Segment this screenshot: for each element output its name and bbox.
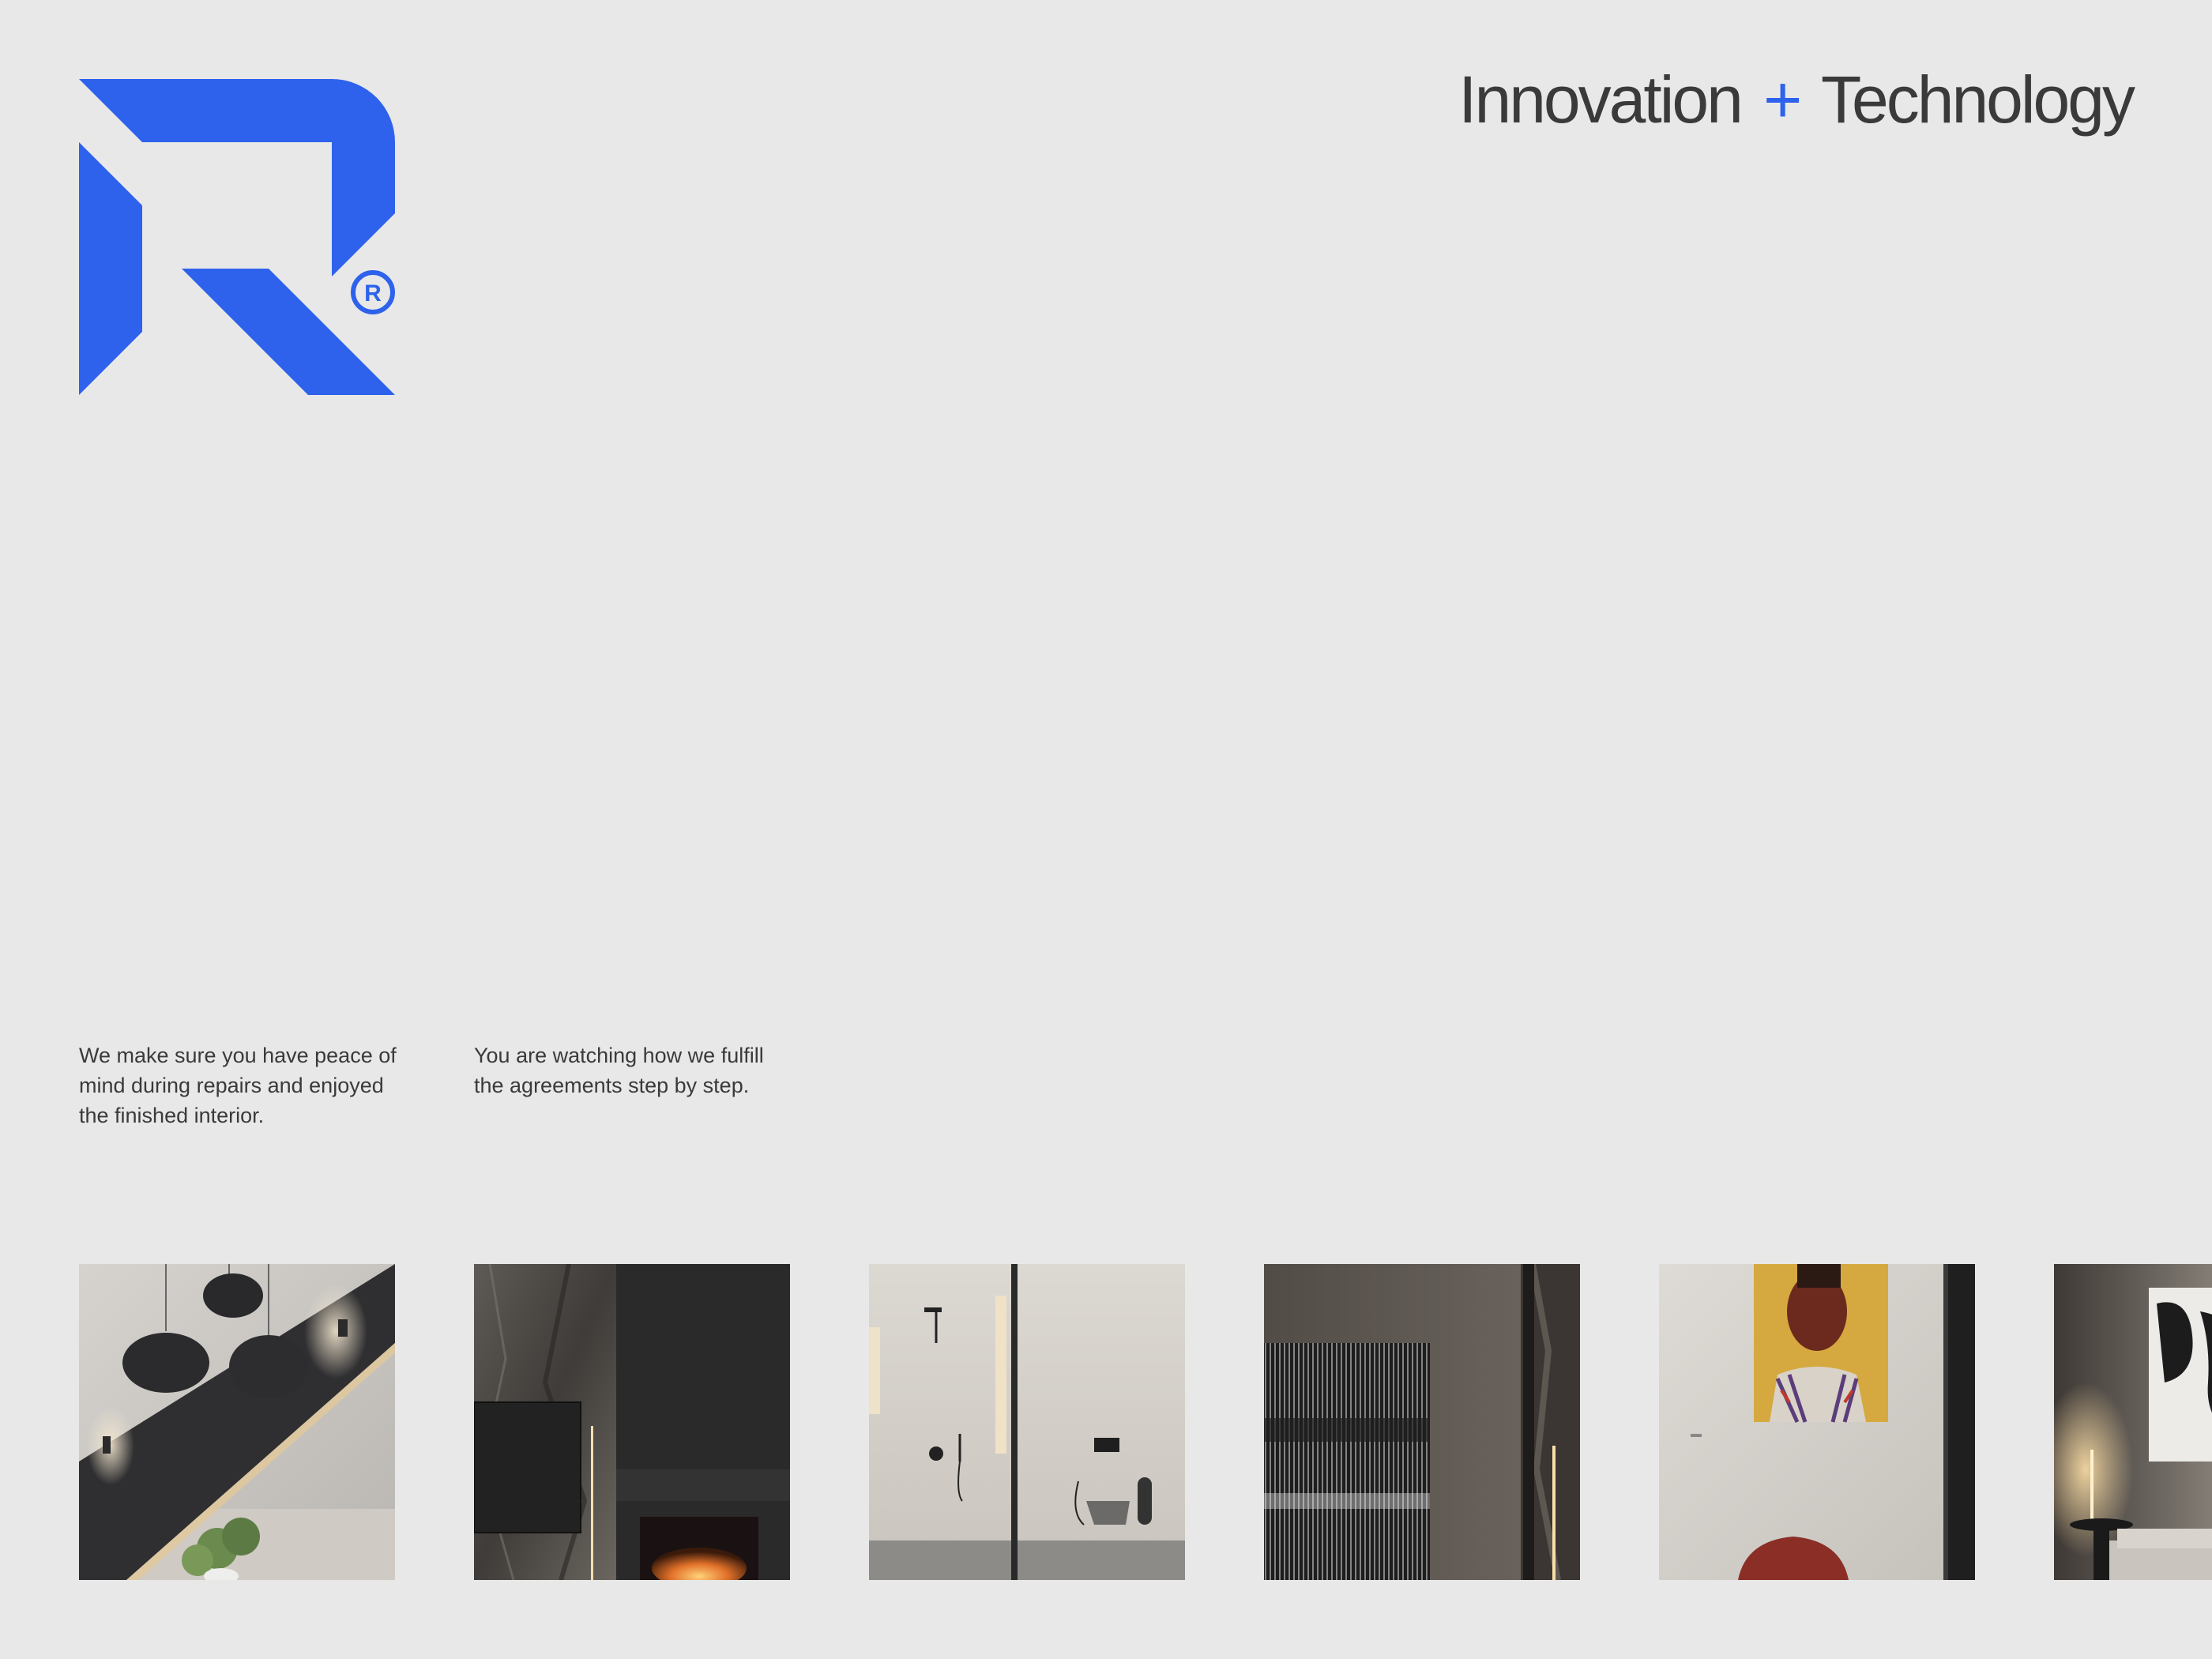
gallery-image-1[interactable] bbox=[79, 1264, 395, 1580]
interior-pendant-lamps-staircase bbox=[79, 1264, 395, 1580]
gallery-image-6[interactable] bbox=[2054, 1264, 2212, 1580]
gallery-image-4[interactable] bbox=[1264, 1264, 1580, 1580]
brand-logo: R bbox=[79, 79, 395, 395]
description-step-by-step: You are watching how we fulfill the agre… bbox=[474, 1044, 764, 1097]
interior-portrait-painting-chair bbox=[1659, 1264, 1975, 1580]
tagline-word-innovation: Innovation bbox=[1458, 62, 1744, 137]
tagline-plus: + bbox=[1763, 62, 1802, 137]
interior-gallery bbox=[0, 1264, 2212, 1580]
tagline: Innovation + Technology bbox=[1458, 62, 2135, 137]
gallery-image-3[interactable] bbox=[869, 1264, 1185, 1580]
description-peace-of-mind: We make sure you have peace of mind duri… bbox=[79, 1044, 397, 1127]
interior-shower-bathroom bbox=[869, 1264, 1185, 1580]
tagline-word-technology: Technology bbox=[1821, 62, 2135, 137]
interior-abstract-painting-sofa bbox=[2054, 1264, 2212, 1580]
gallery-image-2[interactable] bbox=[474, 1264, 790, 1580]
gallery-image-5[interactable] bbox=[1659, 1264, 1975, 1580]
svg-text:R: R bbox=[364, 280, 382, 307]
r-registered-logo-icon: R bbox=[79, 79, 395, 395]
interior-fireplace-stone-wall bbox=[474, 1264, 790, 1580]
interior-abstract-art-wall bbox=[1264, 1264, 1580, 1580]
